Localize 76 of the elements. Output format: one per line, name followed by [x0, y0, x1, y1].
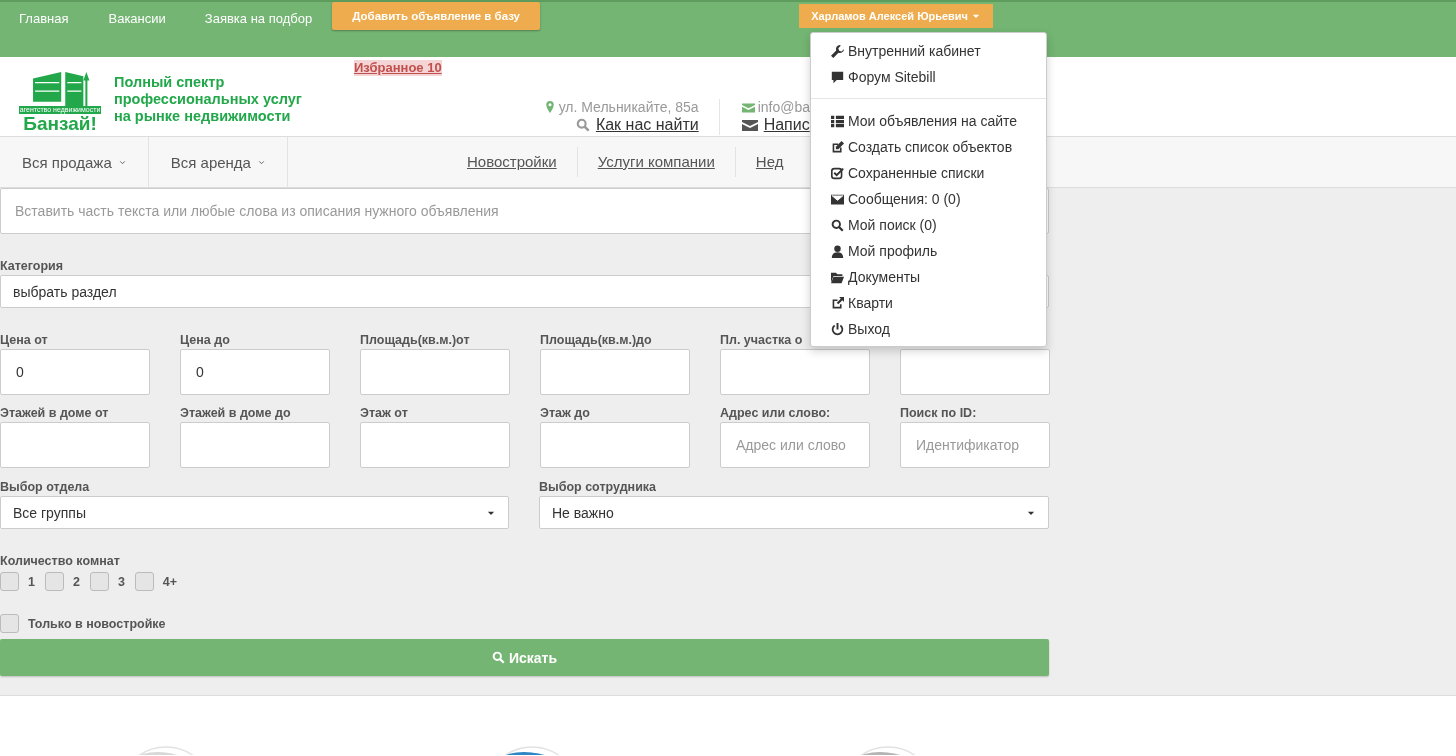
- input-field[interactable]: Адрес или слово: [720, 422, 870, 468]
- input-field[interactable]: [720, 349, 870, 395]
- find-us-link[interactable]: Как нас найти: [595, 116, 699, 134]
- select-field[interactable]: Не важно: [539, 496, 1049, 529]
- field-label: Цена от: [0, 332, 49, 349]
- input-field[interactable]: [540, 349, 690, 395]
- input-field[interactable]: 0: [0, 349, 150, 395]
- menu-item[interactable]: Мой профиль: [811, 238, 1046, 264]
- nav-link[interactable]: Услуги компании: [597, 152, 715, 172]
- checkbox-label: 2: [72, 574, 80, 589]
- field-label: Пл. участка о: [720, 332, 804, 349]
- field-label: Этажей в доме до: [180, 405, 292, 422]
- input-field[interactable]: Идентификатор: [900, 422, 1050, 468]
- power-icon: [831, 322, 844, 336]
- share-icon: [831, 296, 844, 310]
- field-label: Количество комнат: [0, 553, 121, 570]
- speech-bubble-icon: [831, 70, 844, 84]
- field-label: Категория: [0, 258, 65, 275]
- field-label: Поиск по ID:: [900, 405, 978, 422]
- tagline-line: Полный спектр: [114, 74, 226, 91]
- input-field[interactable]: [360, 349, 510, 395]
- search-icon: [491, 651, 505, 664]
- menu-item[interactable]: Форум Sitebill: [811, 64, 1046, 90]
- address-text: ул. Мельникайте, 85а: [558, 99, 699, 115]
- field-label: Площадь(кв.м.)от: [360, 332, 471, 349]
- menu-item[interactable]: Сообщения: 0 (0): [811, 186, 1046, 212]
- field-label: Адрес или слово:: [720, 405, 832, 422]
- category-dropdown[interactable]: Вся продажа: [0, 137, 149, 187]
- input-field[interactable]: [180, 422, 330, 468]
- input-field[interactable]: [360, 422, 510, 468]
- tagline-line: на рынке недвижимости: [114, 108, 292, 125]
- envelope-icon: [741, 100, 755, 114]
- field-label: Этаж до: [540, 405, 591, 422]
- checkbox-label: Только в новостройке: [28, 616, 166, 631]
- checkbox-label: 3: [117, 574, 125, 589]
- checkbox[interactable]: [0, 572, 19, 591]
- logo-name: Банзай!: [23, 114, 97, 134]
- checkbox-label: 1: [28, 574, 35, 589]
- tagline-line: профессиональных услуг: [114, 91, 303, 108]
- checkbox-icon: [831, 166, 844, 180]
- list-icon: [831, 114, 844, 128]
- category-dropdown[interactable]: Вся аренда: [148, 137, 288, 187]
- menu-item[interactable]: Мои объявления на сайте: [811, 108, 1046, 134]
- field-label: Площадь(кв.м.)до: [540, 332, 653, 349]
- wrench-icon: [831, 44, 844, 58]
- field-label: Выбор отдела: [0, 479, 91, 496]
- folder-icon: [831, 270, 844, 284]
- envelope-icon: [831, 192, 844, 206]
- checkbox[interactable]: [44, 572, 64, 591]
- field-label: Этажей в доме от: [0, 405, 110, 422]
- email-text: info@ba: [757, 99, 810, 115]
- input-field[interactable]: [0, 422, 150, 468]
- user-icon: [831, 244, 844, 258]
- envelope-icon: [741, 117, 758, 133]
- nav-link[interactable]: Новостройки: [466, 152, 557, 172]
- search-icon: [575, 118, 590, 132]
- input-field[interactable]: 0: [180, 349, 330, 395]
- field-label: Выбор сотрудника: [539, 479, 658, 496]
- write-us-link[interactable]: Напис: [763, 116, 810, 134]
- checkbox[interactable]: [134, 572, 154, 591]
- menu-item[interactable]: Внутренний кабинет: [811, 38, 1046, 64]
- checkbox[interactable]: [0, 614, 19, 633]
- search-icon: [831, 218, 844, 232]
- edit-icon: [831, 140, 844, 154]
- nav-link[interactable]: Нед: [755, 152, 784, 172]
- field-label: Этаж от: [360, 405, 409, 422]
- checkbox[interactable]: [89, 572, 109, 591]
- field-label: Цена до: [180, 332, 231, 349]
- menu-item[interactable]: Выход: [811, 316, 1046, 342]
- checkbox-label: 4+: [162, 574, 178, 589]
- select-field[interactable]: Все группы: [0, 496, 509, 529]
- input-field[interactable]: [900, 349, 1050, 395]
- menu-item[interactable]: Создать список объектов: [811, 134, 1046, 160]
- menu-item[interactable]: Сохраненные списки: [811, 160, 1046, 186]
- map-pin-icon: [543, 101, 556, 113]
- input-field[interactable]: [540, 422, 690, 468]
